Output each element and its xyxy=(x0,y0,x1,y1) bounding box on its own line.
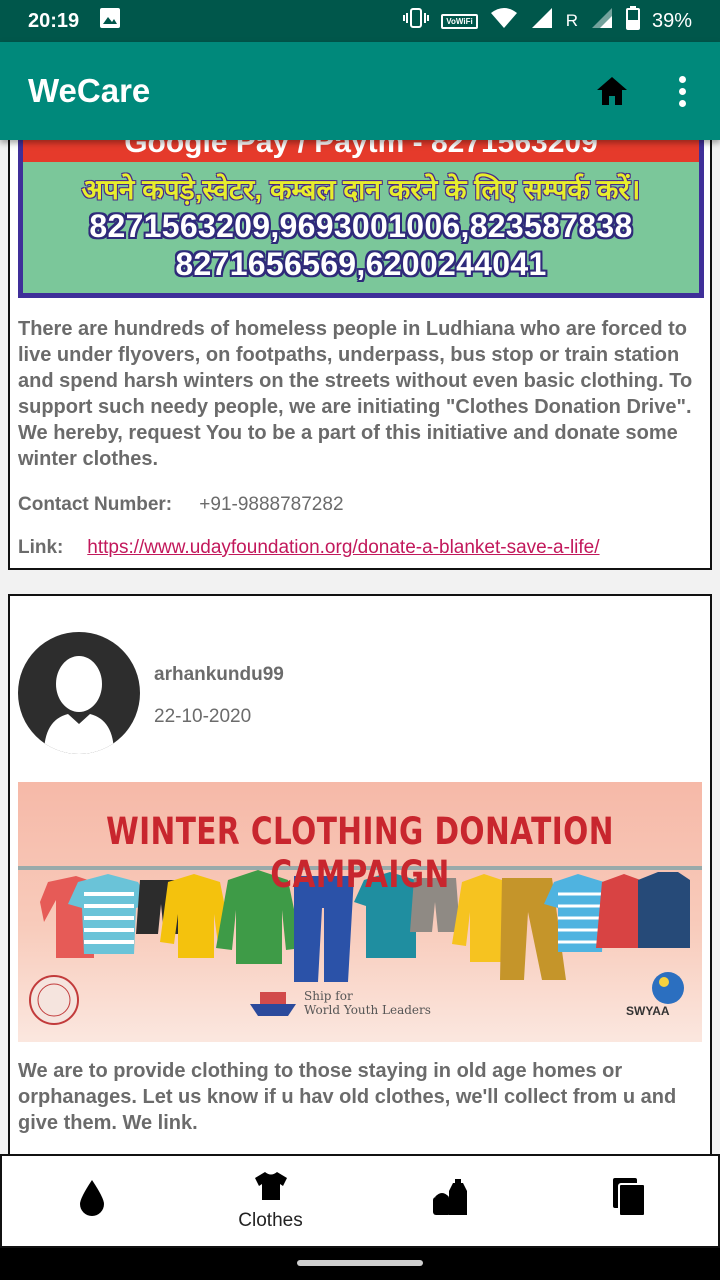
swyaa-logo-text: SWYAA xyxy=(626,1004,670,1018)
banner-phones-line1: 8271563209,9693001006,823587838 xyxy=(89,208,633,244)
app-title: WeCare xyxy=(28,72,151,109)
avatar[interactable] xyxy=(18,632,140,754)
nav-blood[interactable] xyxy=(2,1156,181,1246)
home-icon xyxy=(597,77,627,105)
blood-drop-icon xyxy=(79,1180,104,1216)
nav-books[interactable] xyxy=(539,1156,718,1246)
battery-percent: 39% xyxy=(651,9,692,32)
system-navigation-bar xyxy=(0,1248,720,1280)
status-time: 20:19 xyxy=(28,9,80,32)
bottom-navigation: Clothes xyxy=(0,1154,720,1248)
home-button[interactable] xyxy=(592,71,632,111)
banner-phones-line2: 8271656569,6200244041 xyxy=(175,246,547,282)
contact-row: Contact Number: +91-9888787282 xyxy=(18,494,344,516)
username[interactable]: arhankundu99 xyxy=(154,664,284,686)
signal-icon xyxy=(530,7,554,35)
books-icon xyxy=(612,1178,646,1217)
ship-logo-text: Ship for World Youth Leaders xyxy=(304,989,431,1017)
banner-title: WINTER CLOTHING DONATION CAMPAIGN xyxy=(106,810,614,896)
app-bar: WeCare xyxy=(0,42,720,140)
nav-food[interactable] xyxy=(360,1156,539,1246)
post-image: Google Pay / Paytm - 8271563209 अपने कपड… xyxy=(18,140,704,298)
status-bar: 20:19 VoWiFi R 39% xyxy=(0,0,720,42)
donation-link[interactable]: https://www.udayfoundation.org/donate-a-… xyxy=(87,537,599,558)
banner-hindi-text: अपने कपड़े,स्वेटर, कम्बल दान करने के लिए… xyxy=(81,174,641,205)
ship-line1: Ship for xyxy=(304,989,353,1003)
nav-label-clothes: Clothes xyxy=(238,1210,303,1231)
overflow-menu-button[interactable] xyxy=(672,71,692,111)
tshirt-icon xyxy=(254,1172,287,1200)
post-description: We are to provide clothing to those stay… xyxy=(18,1060,677,1134)
contact-number[interactable]: +91-9888787282 xyxy=(199,494,343,515)
post-date: 22-10-2020 xyxy=(154,706,252,727)
nav-clothes[interactable]: Clothes xyxy=(181,1156,360,1246)
contact-label: Contact Number: xyxy=(18,494,173,515)
wifi-icon xyxy=(490,7,518,35)
roaming-indicator: R xyxy=(565,11,578,30)
gallery-notification-icon xyxy=(99,7,121,35)
more-vert-icon xyxy=(678,75,686,83)
post-card: Google Pay / Paytm - 8271563209 अपने कपड… xyxy=(8,138,712,570)
home-gesture-handle[interactable] xyxy=(297,1260,423,1266)
user-silhouette-icon xyxy=(44,656,114,754)
battery-icon xyxy=(625,6,640,36)
vowifi-label: VoWiFi xyxy=(446,16,473,26)
post-description: There are hundreds of homeless people in… xyxy=(18,318,693,470)
banner-top-text: Google Pay / Paytm - 8271563209 xyxy=(23,140,699,162)
link-row: Link: https://www.udayfoundation.org/don… xyxy=(18,537,600,559)
post-card: arhankundu99 22-10-2020 WINTER CLOTHING … xyxy=(8,594,712,1174)
post-image: WINTER CLOTHING DONATION CAMPAIGN Ship f… xyxy=(18,782,702,1042)
food-icon xyxy=(432,1179,467,1215)
app-screen: 20:19 VoWiFi R 39% WeCare Google Pay / P… xyxy=(0,0,720,1280)
ship-line2: World Youth Leaders xyxy=(304,1003,431,1017)
link-label: Link: xyxy=(18,537,64,558)
vowifi-icon: VoWiFi xyxy=(441,13,478,29)
signal-2-icon xyxy=(590,7,614,35)
vibrate-icon xyxy=(403,7,430,35)
